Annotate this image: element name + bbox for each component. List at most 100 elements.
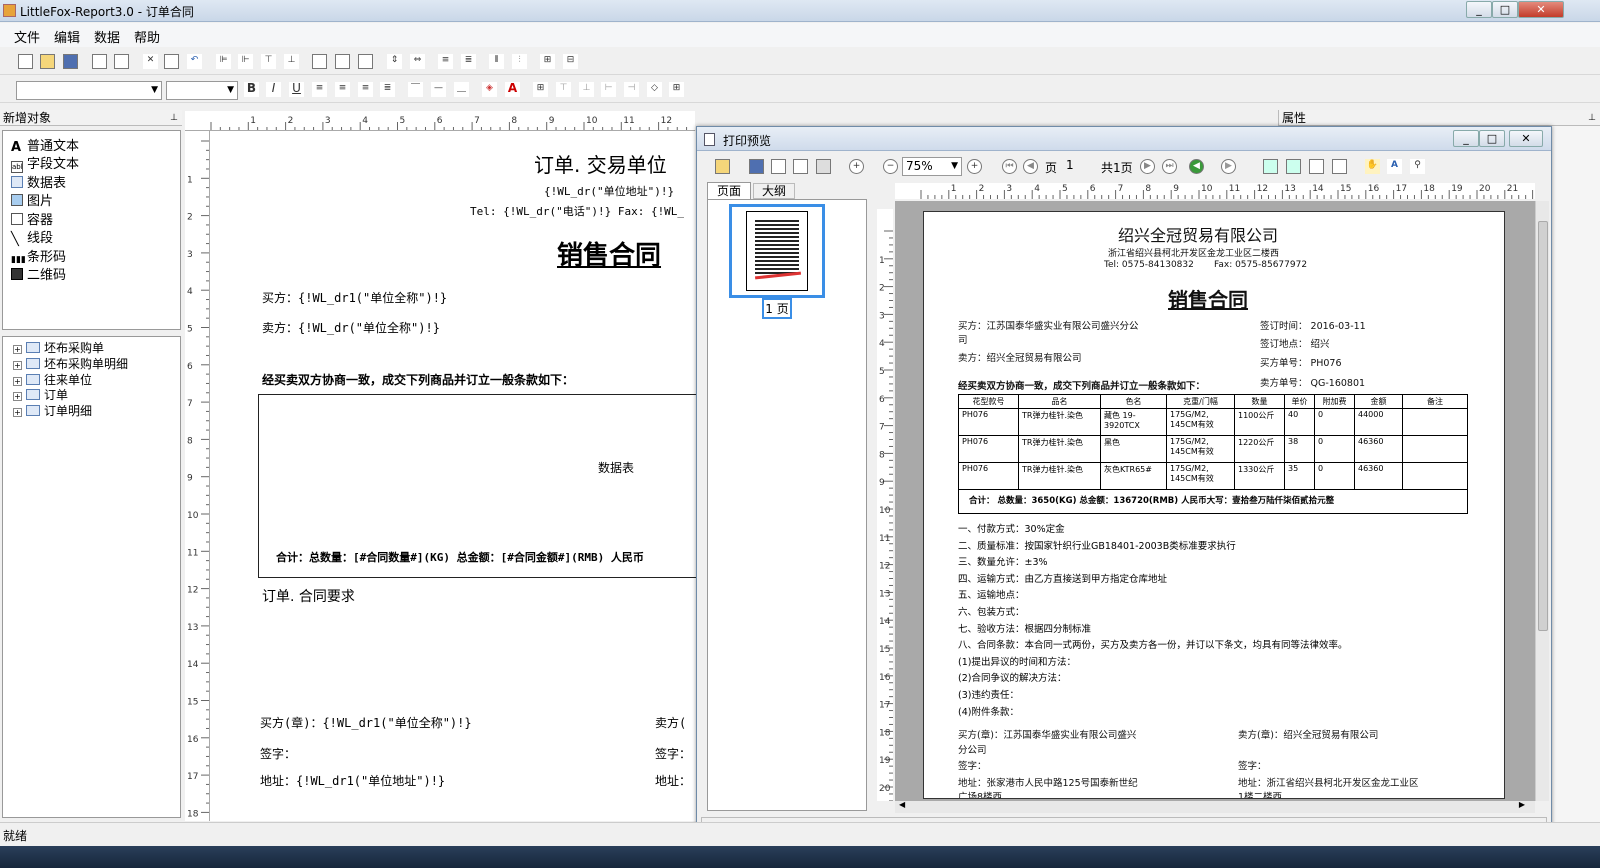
preview-icon[interactable]: [92, 54, 107, 69]
font-family-select[interactable]: ▼: [16, 81, 162, 100]
buyer-field[interactable]: 买方：{!WL_dr1("单位全称")!}: [262, 289, 447, 306]
scroll-right-icon[interactable]: ▶: [1519, 800, 1525, 809]
border-right-icon[interactable]: ⊣: [624, 82, 639, 97]
total-field[interactable]: 合计：总数量：[#合同数量#](KG) 总金额：[#合同金额#](RMB) 人民…: [276, 549, 644, 565]
sign-label-right[interactable]: 签字：: [655, 745, 691, 762]
open-icon[interactable]: [40, 54, 55, 69]
print-icon[interactable]: [816, 159, 831, 174]
grid-icon[interactable]: ⊞: [540, 54, 555, 69]
space-vertical-icon[interactable]: ⇕: [387, 54, 402, 69]
center-vertical-icon[interactable]: ≣: [461, 54, 476, 69]
zoom-select[interactable]: 75% ▼: [902, 157, 962, 176]
horizontal-scrollbar[interactable]: ◀ ▶: [895, 800, 1535, 813]
preview-close-button[interactable]: ✕: [1509, 130, 1543, 147]
menu-file[interactable]: 文件: [14, 27, 40, 46]
zoom-in-icon[interactable]: +: [849, 159, 864, 174]
zoom-out-icon[interactable]: −: [883, 159, 898, 174]
align-bottom-icon[interactable]: ⊥: [284, 54, 299, 69]
address-field[interactable]: {!WL_dr("单位地址")!}: [544, 183, 674, 199]
address-bottom-field[interactable]: 地址：{!WL_dr1("单位地址")!}: [260, 772, 445, 789]
same-size-icon[interactable]: [358, 54, 373, 69]
doc-title[interactable]: 销售合同: [557, 235, 661, 272]
vertical-scrollbar[interactable]: [1535, 201, 1549, 801]
text-align-left-icon[interactable]: ≡: [312, 82, 327, 97]
tel-field[interactable]: Tel: {!WL_dr("电话")!} Fax: {!WL_: [470, 203, 684, 219]
design-canvas[interactable]: 订单. 交易单位 {!WL_dr("单位地址")!} Tel: {!WL_dr(…: [210, 131, 696, 821]
multi-page-icon[interactable]: [1309, 159, 1324, 174]
prev-page-icon[interactable]: ◀: [1023, 159, 1038, 174]
underline-button[interactable]: U: [289, 82, 304, 97]
object-container[interactable]: 容器: [11, 209, 53, 228]
tree-item[interactable]: + 订单明细: [13, 402, 92, 419]
border-left-icon[interactable]: ⊢: [601, 82, 616, 97]
requirements-field[interactable]: 订单. 合同要求: [262, 586, 355, 606]
buyer-seal-field[interactable]: 买方(章)：{!WL_dr1("单位全称")!}: [260, 714, 472, 731]
preview-minimize-button[interactable]: _: [1453, 130, 1479, 147]
tree-item[interactable]: + 坯布采购单明细: [13, 355, 128, 372]
tree-item[interactable]: + 坯布采购单: [13, 339, 104, 356]
align-left-icon[interactable]: ⊫: [216, 54, 231, 69]
seller-field[interactable]: 卖方：{!WL_dr("单位全称")!}: [262, 319, 440, 336]
border-top-icon[interactable]: ⊤: [556, 82, 571, 97]
pin-icon[interactable]: ⊥: [170, 110, 178, 126]
menu-edit[interactable]: 编辑: [54, 27, 80, 46]
next-page-icon[interactable]: ▶: [1140, 159, 1155, 174]
forward-icon[interactable]: ▶: [1221, 159, 1236, 174]
undo-icon[interactable]: ↶: [187, 54, 202, 69]
border-all-icon[interactable]: ⊞: [533, 82, 548, 97]
hand-tool-icon[interactable]: ✋: [1365, 159, 1380, 174]
eraser-icon[interactable]: ◇: [647, 82, 662, 97]
menu-data[interactable]: 数据: [94, 27, 120, 46]
scroll-thumb[interactable]: [1538, 221, 1548, 631]
menu-help[interactable]: 帮助: [134, 27, 160, 46]
text-align-center-icon[interactable]: ≡: [335, 82, 350, 97]
header-title[interactable]: 订单. 交易单位: [534, 149, 667, 178]
align-right-icon[interactable]: ⊩: [238, 54, 253, 69]
center-horizontal-icon[interactable]: ≡: [438, 54, 453, 69]
two-page-icon[interactable]: [1286, 159, 1301, 174]
bold-button[interactable]: B: [244, 82, 259, 97]
text-justify-icon[interactable]: ≣: [380, 82, 395, 97]
save-icon[interactable]: [63, 54, 78, 69]
object-field-text[interactable]: abl 字段文本: [11, 153, 79, 173]
sign-label[interactable]: 签字：: [260, 745, 296, 762]
save-icon[interactable]: [749, 159, 764, 174]
italic-button[interactable]: I: [266, 82, 281, 97]
valign-middle-icon[interactable]: —: [431, 82, 446, 97]
copy-icon[interactable]: [164, 54, 179, 69]
text-align-right-icon[interactable]: ≡: [358, 82, 373, 97]
page-setup-icon[interactable]: [114, 54, 129, 69]
send-back-icon[interactable]: ⫶: [512, 54, 527, 69]
single-page-icon[interactable]: [1263, 159, 1278, 174]
open-icon[interactable]: [715, 159, 730, 174]
first-page-icon[interactable]: ⏮: [1002, 159, 1017, 174]
object-line[interactable]: ╲ 线段: [11, 227, 53, 247]
font-size-select[interactable]: ▼: [166, 81, 238, 100]
scroll-left-icon[interactable]: ◀: [899, 800, 905, 809]
same-width-icon[interactable]: [312, 54, 327, 69]
page-setup-icon[interactable]: [793, 159, 808, 174]
agreement-text[interactable]: 经买卖双方协商一致，成交下列商品并订立一般条款如下：: [262, 371, 574, 388]
back-icon[interactable]: ◀: [1189, 159, 1204, 174]
space-horizontal-icon[interactable]: ⇔: [410, 54, 425, 69]
tab-outline[interactable]: 大纲: [753, 183, 795, 199]
tab-page[interactable]: 页面: [707, 182, 751, 199]
valign-bottom-icon[interactable]: ⎽: [454, 82, 469, 97]
zoom-fit-icon[interactable]: +: [967, 159, 982, 174]
object-qrcode[interactable]: 二维码: [11, 264, 66, 283]
table-border-icon[interactable]: ⊞: [669, 82, 684, 97]
page-input[interactable]: 1: [1063, 157, 1101, 176]
object-image[interactable]: 图片: [11, 190, 53, 209]
find-icon[interactable]: ⚲: [1410, 159, 1425, 174]
object-plain-text[interactable]: A 普通文本: [11, 135, 79, 155]
address-bottom-right[interactable]: 地址：: [655, 772, 691, 789]
maximize-button[interactable]: □: [1492, 1, 1518, 18]
pin-icon[interactable]: ⊥: [1588, 110, 1596, 126]
text-select-icon[interactable]: A: [1387, 159, 1402, 174]
snap-icon[interactable]: ⊟: [563, 54, 578, 69]
same-height-icon[interactable]: [335, 54, 350, 69]
valign-top-icon[interactable]: ⎺: [408, 82, 423, 97]
close-button[interactable]: ✕: [1518, 1, 1564, 18]
minimize-button[interactable]: _: [1466, 1, 1492, 18]
object-data-table[interactable]: 数据表: [11, 172, 66, 191]
